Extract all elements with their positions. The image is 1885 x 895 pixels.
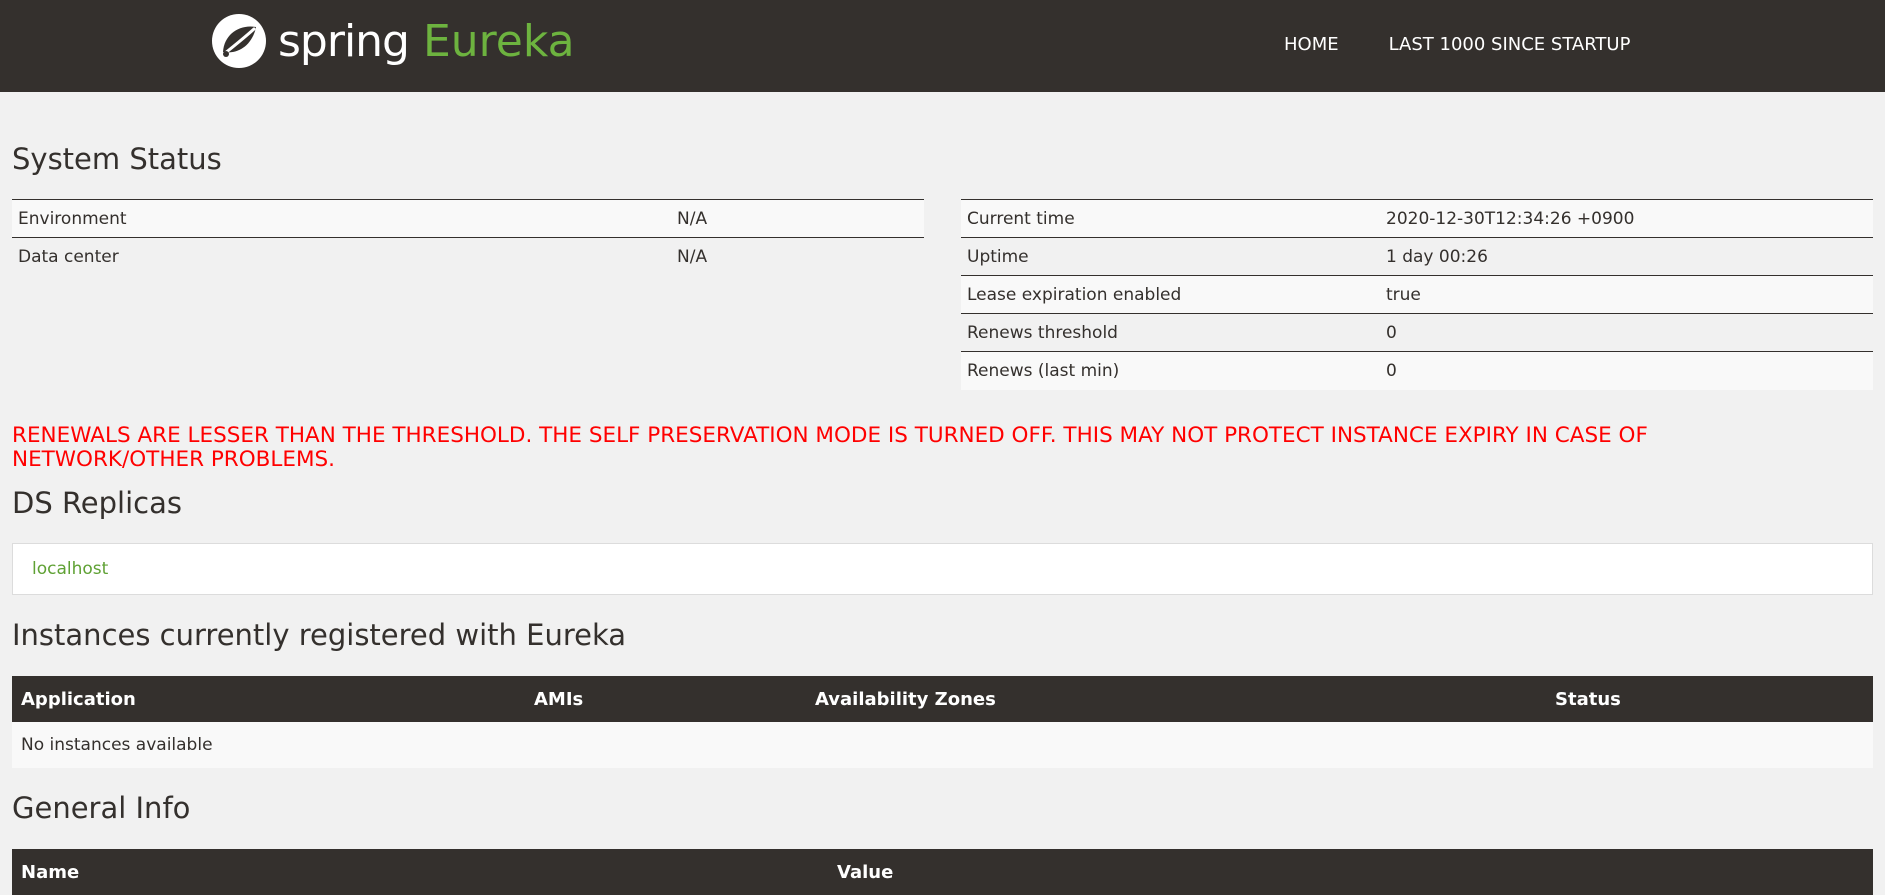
status-value: 2020-12-30T12:34:26 +0900: [1380, 199, 1873, 238]
general-info-header-row: Name Value: [12, 849, 1873, 895]
instances-title: Instances currently registered with Eure…: [12, 618, 627, 652]
status-label: Renews (last min): [961, 351, 1380, 390]
general-info-title: General Info: [12, 791, 191, 825]
ds-replicas-list: localhost: [12, 543, 1873, 595]
status-value: 1 day 00:26: [1380, 237, 1873, 276]
self-preservation-warning: RENEWALS ARE LESSER THAN THE THRESHOLD. …: [12, 423, 1648, 472]
status-value: N/A: [671, 199, 924, 238]
status-label: Data center: [12, 237, 671, 276]
instances-table: Application AMIs Availability Zones Stat…: [12, 676, 1873, 768]
ds-replicas-title: DS Replicas: [12, 486, 182, 520]
status-row-data-center: Data center N/A: [12, 237, 924, 276]
column-header-name[interactable]: Name: [12, 849, 828, 895]
column-header-availability-zones[interactable]: Availability Zones: [806, 676, 1546, 722]
column-header-application[interactable]: Application: [12, 676, 525, 722]
nav-last1000-link[interactable]: LAST 1000 SINCE STARTUP: [1389, 34, 1631, 55]
status-label: Renews threshold: [961, 313, 1380, 352]
nav-links: HOME LAST 1000 SINCE STARTUP: [1284, 34, 1680, 55]
top-navbar: spring Eureka HOME LAST 1000 SINCE START…: [0, 0, 1885, 92]
column-header-status[interactable]: Status: [1546, 676, 1873, 722]
status-row-current-time: Current time 2020-12-30T12:34:26 +0900: [961, 199, 1873, 238]
brand-name-eureka: Eureka: [422, 15, 575, 67]
status-label: Current time: [961, 199, 1380, 238]
system-status-left-table: Environment N/A Data center N/A: [12, 199, 924, 276]
status-row-renews-last-min: Renews (last min) 0: [961, 351, 1873, 390]
system-status-title: System Status: [12, 142, 222, 176]
brand-logo[interactable]: spring Eureka: [210, 12, 575, 70]
empty-instances-message: No instances available: [12, 722, 1873, 768]
table-row: No instances available: [12, 722, 1873, 768]
status-value: N/A: [671, 237, 924, 276]
status-row-environment: Environment N/A: [12, 199, 924, 238]
status-row-uptime: Uptime 1 day 00:26: [961, 237, 1873, 276]
system-status-right-table: Current time 2020-12-30T12:34:26 +0900 U…: [961, 199, 1873, 390]
status-row-renews-threshold: Renews threshold 0: [961, 313, 1873, 352]
status-row-lease-expiration: Lease expiration enabled true: [961, 275, 1873, 314]
status-value: 0: [1380, 313, 1873, 352]
nav-home-link[interactable]: HOME: [1284, 34, 1339, 55]
column-header-amis[interactable]: AMIs: [525, 676, 806, 722]
status-label: Environment: [12, 199, 671, 238]
status-label: Lease expiration enabled: [961, 275, 1380, 314]
spring-leaf-icon: [212, 14, 266, 68]
status-value: 0: [1380, 351, 1873, 390]
status-label: Uptime: [961, 237, 1380, 276]
general-info-table: Name Value: [12, 849, 1873, 895]
column-header-value[interactable]: Value: [828, 849, 1873, 895]
instances-header-row: Application AMIs Availability Zones Stat…: [12, 676, 1873, 722]
replica-link-localhost[interactable]: localhost: [32, 559, 108, 579]
brand-name-spring: spring: [278, 15, 410, 67]
status-value: true: [1380, 275, 1873, 314]
